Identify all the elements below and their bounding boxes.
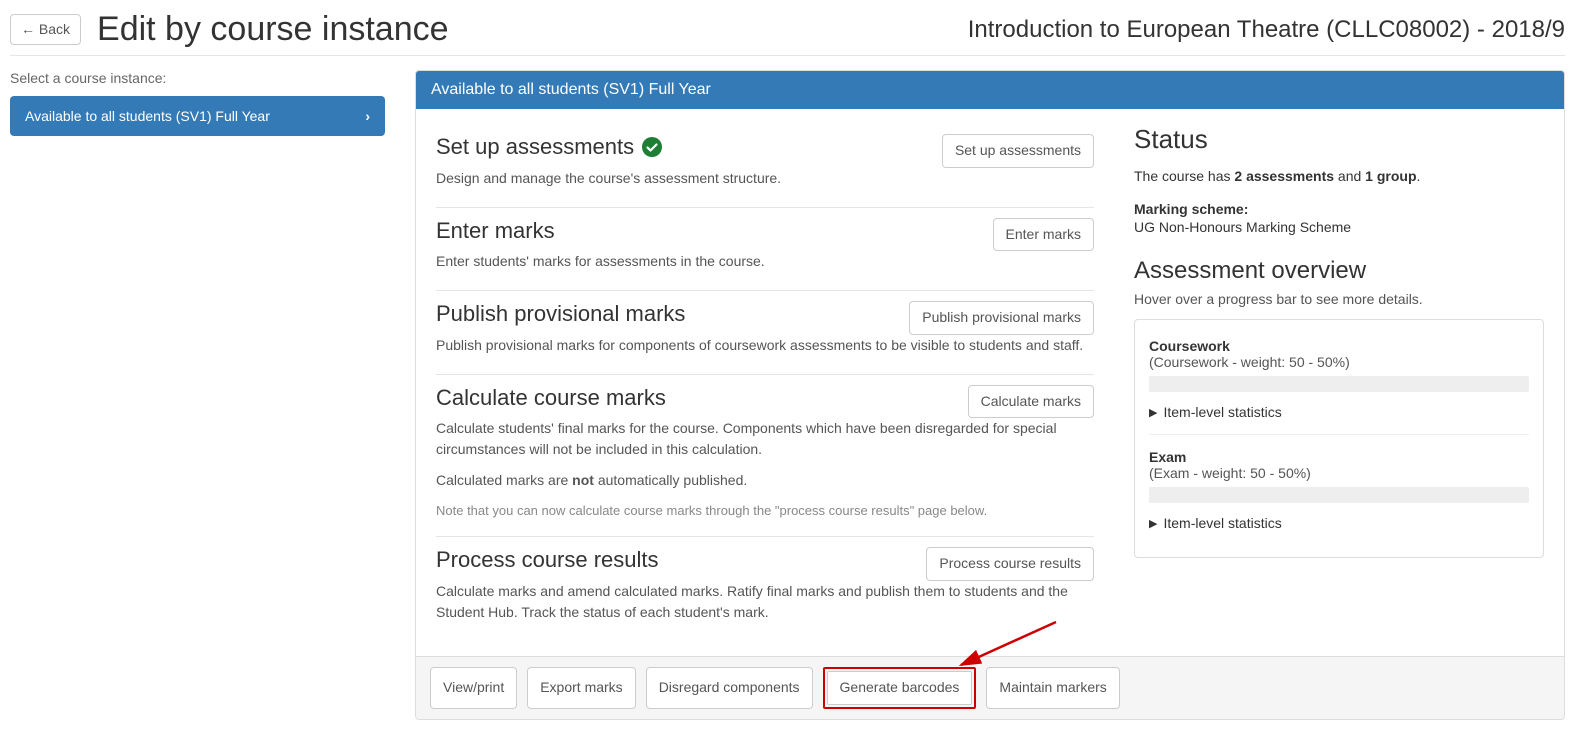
view-print-button[interactable]: View/print (430, 667, 517, 709)
course-instance-item[interactable]: Available to all students (SV1) Full Yea… (10, 96, 385, 136)
panel-heading: Available to all students (SV1) Full Yea… (416, 71, 1564, 109)
status-column: Status The course has 2 assessments and … (1114, 109, 1564, 656)
section-setup-assessments: Set up assessments Set up assessments De… (436, 124, 1094, 208)
section-desc: Calculate students' final marks for the … (436, 418, 1094, 460)
overview-item-name: Exam (1149, 449, 1529, 465)
footer-toolbar: View/print Export marks Disregard compon… (416, 656, 1564, 719)
section-title: Calculate course marks (436, 385, 666, 411)
triangle-right-icon: ▶ (1149, 406, 1157, 419)
overview-item-name: Coursework (1149, 338, 1529, 354)
status-title: Status (1134, 124, 1544, 155)
header-divider (10, 55, 1565, 56)
section-title: Enter marks (436, 218, 555, 244)
setup-assessments-button[interactable]: Set up assessments (942, 134, 1094, 168)
overview-item-coursework: Coursework (Coursework - weight: 50 - 50… (1149, 332, 1529, 434)
item-level-stats-toggle[interactable]: ▶ Item-level statistics (1149, 515, 1529, 531)
header-row: ← Back Edit by course instance Introduct… (10, 10, 1565, 49)
progress-bar[interactable] (1149, 376, 1529, 392)
item-level-stats-toggle[interactable]: ▶ Item-level statistics (1149, 404, 1529, 420)
progress-bar[interactable] (1149, 487, 1529, 503)
overview-item-sub: (Coursework - weight: 50 - 50%) (1149, 354, 1529, 370)
chevron-right-icon: › (365, 108, 370, 124)
status-summary: The course has 2 assessments and 1 group… (1134, 165, 1544, 187)
section-desc: Calculate marks and amend calculated mar… (436, 581, 1094, 623)
overview-title: Assessment overview (1134, 257, 1544, 285)
overview-item-sub: (Exam - weight: 50 - 50%) (1149, 465, 1529, 481)
section-desc: Enter students' marks for assessments in… (436, 251, 1094, 272)
overview-item-exam: Exam (Exam - weight: 50 - 50%) ▶ Item-le… (1149, 434, 1529, 545)
section-process-results: Process course results Process course re… (436, 537, 1094, 641)
stats-label: Item-level statistics (1163, 404, 1281, 420)
back-label: Back (39, 21, 70, 37)
course-title: Introduction to European Theatre (CLLC08… (968, 16, 1565, 44)
section-title: Process course results (436, 547, 659, 573)
process-results-button[interactable]: Process course results (926, 547, 1094, 581)
section-title: Set up assessments (436, 134, 634, 160)
section-publish-provisional: Publish provisional marks Publish provis… (436, 291, 1094, 375)
check-circle-icon (642, 137, 662, 157)
section-desc-secondary: Calculated marks are not automatically p… (436, 470, 1094, 491)
disregard-components-button[interactable]: Disregard components (646, 667, 813, 709)
triangle-right-icon: ▶ (1149, 517, 1157, 530)
section-enter-marks: Enter marks Enter marks Enter students' … (436, 208, 1094, 292)
generate-barcodes-button[interactable]: Generate barcodes (827, 671, 973, 705)
overview-hint: Hover over a progress bar to see more de… (1134, 291, 1544, 307)
section-calculate-marks: Calculate course marks Calculate marks C… (436, 375, 1094, 538)
stats-label: Item-level statistics (1163, 515, 1281, 531)
annotation-highlight: Generate barcodes (823, 667, 977, 709)
publish-provisional-button[interactable]: Publish provisional marks (909, 301, 1094, 335)
marking-scheme-label: Marking scheme: (1134, 201, 1544, 217)
sidebar: Select a course instance: Available to a… (10, 70, 385, 720)
section-title: Publish provisional marks (436, 301, 685, 327)
arrow-left-icon: ← (21, 21, 35, 37)
export-marks-button[interactable]: Export marks (527, 667, 635, 709)
enter-marks-button[interactable]: Enter marks (993, 218, 1094, 252)
section-note: Note that you can now calculate course m… (436, 503, 1094, 518)
sections-column: Set up assessments Set up assessments De… (416, 109, 1114, 656)
course-instance-label: Available to all students (SV1) Full Yea… (25, 108, 270, 124)
main-panel: Available to all students (SV1) Full Yea… (415, 70, 1565, 720)
marking-scheme-value: UG Non-Honours Marking Scheme (1134, 219, 1544, 235)
section-desc: Design and manage the course's assessmen… (436, 168, 1094, 189)
page-title: Edit by course instance (97, 10, 449, 49)
sidebar-label: Select a course instance: (10, 70, 385, 86)
calculate-marks-button[interactable]: Calculate marks (968, 385, 1094, 419)
overview-box: Coursework (Coursework - weight: 50 - 50… (1134, 319, 1544, 558)
back-button[interactable]: ← Back (10, 14, 81, 46)
maintain-markers-button[interactable]: Maintain markers (986, 667, 1119, 709)
section-desc: Publish provisional marks for components… (436, 335, 1094, 356)
